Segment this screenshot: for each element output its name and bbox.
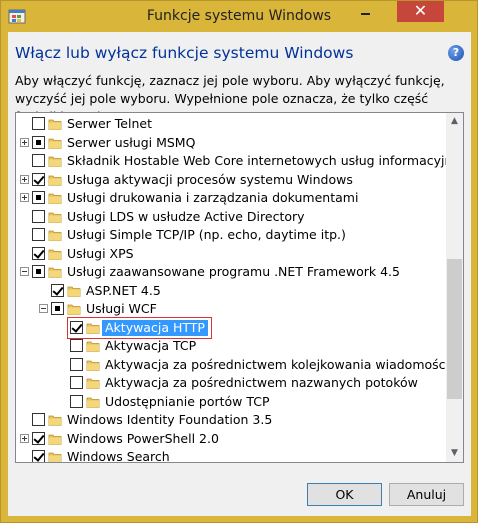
tree-item[interactable]: Windows Search [16, 448, 446, 463]
feature-checkbox[interactable] [32, 191, 45, 204]
folder-icon [48, 413, 62, 427]
folder-icon [86, 395, 100, 409]
feature-checkbox[interactable] [32, 265, 45, 278]
folder-icon [48, 191, 62, 205]
tree-item[interactable]: Usługi zaawansowane programu .NET Framew… [16, 263, 446, 282]
selection-highlight-box [67, 316, 212, 339]
feature-checkbox[interactable] [32, 135, 45, 149]
tree-item-label: Usługi drukowania i zarządzania dokument… [67, 190, 359, 205]
folder-icon [48, 210, 62, 224]
feature-checkbox[interactable] [70, 376, 83, 389]
folder-icon [86, 358, 100, 372]
collapse-minus-icon[interactable] [39, 304, 48, 313]
feature-checkbox[interactable] [32, 431, 45, 445]
expand-plus-icon[interactable] [20, 433, 29, 443]
features-tree-list: Serwer Telnet Serwer usługi MSMQ Składnik … [16, 113, 463, 463]
folder-icon [48, 432, 62, 446]
tree-item-label: Usługi zaawansowane programu .NET Framew… [67, 264, 400, 279]
tree-item-label: ASP.NET 4.5 [86, 282, 161, 298]
features-tree: Serwer Telnet Serwer usługi MSMQ Składnik … [15, 112, 464, 463]
ok-button[interactable]: OK [307, 483, 382, 506]
folder-icon [48, 154, 62, 168]
folder-icon [86, 339, 100, 353]
help-icon[interactable]: ? [448, 45, 464, 61]
feature-checkbox[interactable] [51, 283, 64, 297]
cancel-button[interactable]: Anuluj [389, 483, 464, 506]
feature-checkbox[interactable] [32, 450, 45, 462]
tree-item[interactable]: ASP.NET 4.5 [16, 282, 446, 301]
tree-item-label: Usługi XPS [67, 245, 134, 261]
tree-item-label: Składnik Hostable Web Core internetowych… [67, 153, 464, 168]
tree-item[interactable]: Udostępnianie portów TCP [16, 393, 446, 412]
expand-plus-icon[interactable] [20, 193, 29, 202]
expand-plus-icon[interactable] [20, 137, 29, 147]
folder-icon [48, 117, 62, 131]
folder-icon [86, 376, 100, 390]
vertical-scrollbar[interactable]: ▲ ▼ [446, 113, 463, 462]
tree-item-label: Windows PowerShell 2.0 [67, 430, 219, 446]
feature-checkbox[interactable] [32, 117, 45, 130]
folder-icon [48, 173, 62, 187]
collapse-minus-icon[interactable] [20, 267, 29, 276]
feature-checkbox[interactable] [32, 172, 45, 186]
minimize-button[interactable] [352, 1, 379, 22]
tree-item-label: Usługi Simple TCP/IP (np. echo, daytime … [67, 227, 346, 242]
feature-checkbox[interactable] [32, 209, 45, 223]
tree-item[interactable]: Serwer usługi MSMQ [16, 134, 446, 153]
folder-icon [48, 247, 62, 261]
tree-item-label: Aktywacja za pośrednictwem nazwanych pot… [105, 375, 418, 390]
tree-item-label: Udostępnianie portów TCP [105, 393, 270, 409]
tree-item-label: Usługi LDS w usłudze Active Directory [67, 208, 305, 224]
feature-checkbox[interactable] [70, 339, 83, 352]
tree-item[interactable]: Windows PowerShell 2.0 [16, 430, 446, 449]
dialog-window: Funkcje systemu Windows ✕ Włącz lub wyłą… [0, 0, 478, 523]
tree-item[interactable]: Składnik Hostable Web Core internetowych… [16, 152, 463, 171]
folder-icon [48, 136, 62, 150]
feature-checkbox[interactable] [70, 394, 83, 408]
scroll-down-arrow-icon[interactable]: ▼ [446, 445, 463, 462]
dialog-heading: Włącz lub wyłącz funkcje systemu Windows [15, 44, 354, 62]
tree-item[interactable]: Serwer Telnet [16, 115, 446, 134]
folder-icon [48, 228, 62, 242]
tree-item[interactable]: Usługi Simple TCP/IP (np. echo, daytime … [16, 226, 446, 245]
close-button[interactable]: ✕ [397, 1, 444, 22]
feature-checkbox[interactable] [51, 302, 64, 315]
tree-item-label: Windows Identity Foundation 3.5 [67, 412, 273, 427]
feature-checkbox[interactable] [32, 246, 45, 260]
dialog-client-area: Włącz lub wyłącz funkcje systemu Windows… [8, 32, 471, 516]
feature-checkbox[interactable] [70, 357, 83, 371]
tree-item-label: Windows Search [67, 449, 170, 463]
tree-item-label: Serwer usługi MSMQ [67, 134, 196, 150]
tree-item-label: Aktywacja TCP [105, 338, 197, 353]
folder-icon [48, 265, 62, 279]
tree-item[interactable]: Usługi XPS [16, 245, 446, 264]
feature-checkbox[interactable] [32, 154, 45, 167]
tree-item-label: Serwer Telnet [67, 116, 152, 131]
tree-item[interactable]: Aktywacja za pośrednictwem nazwanych pot… [16, 374, 446, 393]
scroll-up-arrow-icon[interactable]: ▲ [446, 113, 463, 130]
feature-checkbox[interactable] [32, 413, 45, 426]
scrollbar-thumb[interactable] [447, 259, 462, 399]
tree-item[interactable]: Aktywacja TCP [16, 337, 446, 356]
folder-icon [67, 302, 81, 316]
tree-item[interactable]: Usługi drukowania i zarządzania dokument… [16, 189, 446, 208]
title-bar[interactable]: Funkcje systemu Windows ✕ [1, 1, 477, 32]
expand-plus-icon[interactable] [20, 174, 29, 184]
tree-item[interactable]: Windows Identity Foundation 3.5 [16, 411, 446, 430]
tree-item-label: Usługi WCF [86, 301, 157, 316]
feature-checkbox[interactable] [32, 228, 45, 241]
folder-icon [48, 450, 62, 462]
folder-icon [67, 284, 81, 298]
tree-item[interactable]: Usługi LDS w usłudze Active Directory [16, 208, 446, 227]
tree-item[interactable]: Usługa aktywacji procesów systemu Window… [16, 171, 446, 190]
tree-item-label: Aktywacja za pośrednictwem kolejkowania … [105, 356, 464, 372]
tree-item[interactable]: Aktywacja za pośrednictwem kolejkowania … [16, 356, 463, 375]
tree-item-label: Usługa aktywacji procesów systemu Window… [67, 171, 353, 187]
